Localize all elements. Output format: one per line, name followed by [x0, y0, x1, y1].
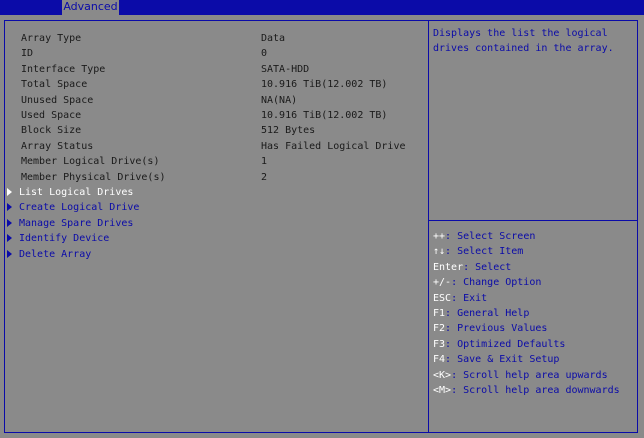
- menu-item-label: Delete Array: [19, 248, 92, 260]
- info-label: Used Space: [21, 110, 82, 121]
- info-label: Member Logical Drive(s): [21, 156, 160, 168]
- key-description: : Exit: [451, 292, 488, 304]
- key-help-row: F3: Optimized Defaults: [433, 337, 565, 352]
- key-help-row: F4: Save & Exit Setup: [433, 352, 559, 367]
- key-name: F2: [433, 323, 446, 335]
- info-label: Array Status: [21, 140, 94, 152]
- key-help-row: F2: Previous Values: [433, 321, 547, 336]
- key-help-row: ++: Select Screen: [433, 229, 535, 244]
- menu-item[interactable]: List Logical Drives: [7, 185, 133, 200]
- help-panel: Displays the list the logical drives con…: [429, 21, 637, 432]
- key-help-row: Enter: Select: [433, 260, 511, 275]
- tab-advanced[interactable]: Advanced: [62, 0, 119, 15]
- info-value: NA(NA): [261, 94, 298, 106]
- info-label: Total Space: [21, 79, 88, 91]
- key-description: : Select Screen: [445, 231, 536, 242]
- key-name: F3: [433, 338, 446, 350]
- info-value: 1: [261, 156, 268, 168]
- help-description: Displays the list the logical drives con…: [433, 28, 614, 54]
- key-name: ESC: [433, 292, 452, 304]
- main-frame: Array Type Data ID 0 Interface Type SATA-HDD T…: [4, 20, 638, 433]
- triangle-right-icon: [7, 203, 12, 212]
- key-name: F4: [433, 354, 446, 366]
- key-name: <M>: [433, 385, 452, 396]
- key-name: ++: [433, 231, 446, 242]
- key-description: : Select: [463, 261, 512, 273]
- key-description: : Change Option: [451, 277, 542, 289]
- key-help-row: ESC: Exit: [433, 291, 487, 306]
- info-label: Array Type: [21, 33, 82, 44]
- triangle-right-icon: [7, 249, 12, 258]
- triangle-right-icon: [7, 234, 12, 243]
- bios-screen: Advanced Array Type Data ID 0 Interface Type…: [0, 0, 644, 438]
- info-label: Member Physical Drive(s): [21, 171, 166, 183]
- key-help-row: ↑↓: Select Item: [433, 244, 523, 259]
- key-name: +/-: [433, 277, 452, 289]
- menu-item[interactable]: Identify Device: [7, 231, 109, 246]
- array-info-panel: Array Type Data ID 0 Interface Type SATA-HDD T…: [5, 21, 429, 432]
- menu-item[interactable]: Delete Array: [7, 247, 91, 262]
- key-description: : General Help: [445, 308, 530, 319]
- key-name: F1: [433, 308, 446, 319]
- triangle-right-icon: [7, 188, 12, 196]
- info-value: SATA-HDD: [261, 63, 310, 75]
- key-help-row: <M>: Scroll help area downwards: [433, 383, 620, 398]
- key-description: : Save & Exit Setup: [445, 354, 560, 366]
- key-name: ↑↓: [433, 246, 446, 258]
- info-value: Has Failed Logical Drive: [261, 140, 406, 152]
- info-label: Block Size: [21, 125, 82, 137]
- help-divider: [429, 220, 637, 221]
- info-value: 512 Bytes: [261, 125, 316, 137]
- key-name: Enter: [433, 261, 464, 273]
- menu-item-label: List Logical Drives: [19, 187, 134, 198]
- info-label: Interface Type: [21, 63, 106, 75]
- info-value: 0: [261, 48, 268, 60]
- key-description: : Scroll help area upwards: [451, 369, 608, 381]
- menu-item-label: Identify Device: [19, 233, 110, 245]
- info-value: 10.916 TiB(12.002 TB): [261, 79, 388, 91]
- info-value: 2: [261, 171, 268, 183]
- menu-item[interactable]: Manage Spare Drives: [7, 216, 133, 231]
- info-value: Data: [261, 33, 286, 44]
- info-label: Unused Space: [21, 94, 94, 106]
- menu-item[interactable]: Create Logical Drive: [7, 200, 139, 215]
- key-help-row: <K>: Scroll help area upwards: [433, 368, 608, 383]
- menu-item-label: Manage Spare Drives: [19, 217, 134, 229]
- menu-item-label: Create Logical Drive: [19, 202, 140, 214]
- key-description: : Scroll help area downwards: [451, 385, 620, 396]
- key-name: <K>: [433, 369, 452, 381]
- key-help-row: F1: General Help: [433, 306, 529, 321]
- info-value: 10.916 TiB(12.002 TB): [261, 110, 388, 121]
- key-description: : Optimized Defaults: [445, 338, 566, 350]
- key-description: : Select Item: [445, 246, 524, 258]
- info-label: ID: [21, 48, 34, 60]
- triangle-right-icon: [7, 218, 12, 227]
- tab-bar: Advanced: [0, 0, 644, 15]
- key-help-row: +/-: Change Option: [433, 275, 541, 290]
- key-description: : Previous Values: [445, 323, 548, 335]
